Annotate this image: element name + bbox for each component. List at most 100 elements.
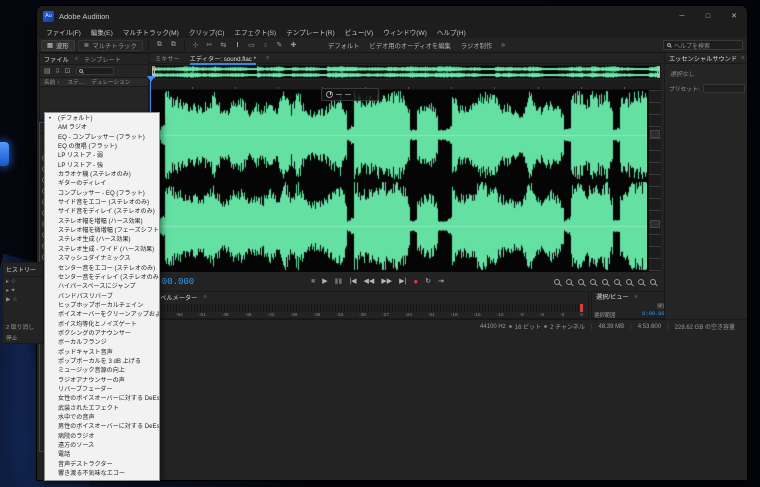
menu-item[interactable]: クリップ(C) (184, 27, 230, 37)
menu-item[interactable]: 編集(E) (86, 27, 118, 37)
time-selection-tool-icon[interactable]: I (232, 42, 243, 49)
preset-option[interactable]: 女性のボイスオーバーに対する DeEsser と抑制 (45, 394, 159, 403)
preset-option[interactable]: サイド音をディレイ (ステレオのみ) (45, 207, 159, 216)
preset-option[interactable]: LP リストア - 強 (45, 161, 159, 170)
menu-item[interactable]: マルチトラック(M) (118, 27, 184, 37)
preset-option[interactable]: ステレオ生成 (ハース効果) (45, 235, 159, 244)
overview-waveform[interactable] (152, 66, 660, 78)
preset-option[interactable]: ボーカルフランジ (45, 338, 159, 347)
time-display[interactable]: 0:00.000 (151, 277, 221, 287)
zoom-in-inpoint-icon[interactable] (602, 278, 608, 285)
spot-healing-brush-icon[interactable]: ✚ (288, 41, 299, 49)
skip-to-end-button[interactable]: ▶| (399, 278, 406, 285)
zoom-to-selection-icon[interactable] (626, 278, 632, 285)
skip-to-start-button[interactable]: |◀ (349, 278, 356, 285)
column-name[interactable]: 名前 ↑ (44, 78, 60, 86)
multitrack-view-button[interactable]: ≣ マルチトラック (77, 39, 143, 51)
open-folder-icon[interactable]: ▤ (44, 67, 51, 75)
amplitude-ruler[interactable] (648, 90, 661, 272)
preset-option[interactable]: ヒップホップボーカルチェイン (45, 301, 159, 310)
preset-option[interactable]: カラオケ機 (ステレオのみ) (45, 170, 159, 179)
workspace-item[interactable]: デフォルト (328, 41, 359, 50)
menu-item[interactable]: テンプレート(R) (281, 27, 340, 37)
lasso-selection-tool-icon[interactable]: ○ (260, 42, 271, 49)
preset-option[interactable]: 武装されたエフェクト (45, 404, 159, 413)
files-search-input[interactable] (76, 67, 115, 75)
slip-tool-icon[interactable]: ⇆ (218, 41, 229, 49)
column-duration[interactable]: デュレーション (91, 78, 130, 86)
preset-option[interactable]: ポッドキャスト音声 (45, 348, 159, 357)
loop-playback-button[interactable]: ↻ (425, 278, 431, 285)
workspace-item[interactable]: ラジオ制作 (461, 41, 492, 50)
preset-option[interactable]: ステレオ生成 - ワイド (ハース効果) (45, 245, 159, 254)
tab-mixer[interactable]: ミキサー (155, 54, 180, 63)
preset-option[interactable]: リバーブフェーダー (45, 385, 159, 394)
preset-option[interactable]: 病院のラジオ (45, 432, 159, 441)
zoom-out-time-icon[interactable] (590, 278, 596, 285)
waveform-view-button[interactable]: ▦ 波形 (41, 39, 75, 51)
minimize-button[interactable]: ─ (669, 6, 695, 26)
preset-option[interactable]: 音声デストラクター (45, 460, 159, 469)
marquee-selection-tool-icon[interactable]: ▭ (246, 41, 257, 49)
tab-selection-view[interactable]: 選択/ビュー (596, 292, 629, 301)
preset-option[interactable]: ギターのディレイ (45, 179, 159, 188)
panel-menu-icon[interactable]: ≡ (741, 55, 744, 61)
preset-option[interactable]: サイド音をエコー (ステレオのみ) (45, 198, 159, 207)
preset-option[interactable]: ラジオアナウンサーの声 (45, 376, 159, 385)
rewind-button[interactable]: ◀◀ (364, 278, 375, 285)
clip-indicator[interactable] (580, 304, 583, 312)
essential-preset-dropdown[interactable] (702, 84, 745, 93)
preset-option[interactable]: ポップボーカルを 3 dB 上げる (45, 357, 159, 366)
skip-selection-button[interactable]: ⇥ (438, 278, 444, 285)
preset-option[interactable]: スマッシュダイナミックス (45, 254, 159, 263)
preset-option[interactable]: 響き渡る不気味なエコー (45, 469, 159, 478)
panel-menu-icon[interactable]: ≡ (635, 294, 638, 300)
panel-menu-icon[interactable]: ≡ (266, 55, 269, 61)
tab-essential-sound[interactable]: エッセンシャルサウンド (669, 54, 737, 63)
overview-strip[interactable] (151, 65, 661, 79)
menu-item[interactable]: ヘルプ(H) (432, 27, 471, 37)
preset-option[interactable]: ボクシングのアナウンサー (45, 329, 159, 338)
move-tool-icon[interactable]: ⊹ (190, 41, 201, 49)
preset-option[interactable]: EQ の復唱 (フラット) (45, 142, 159, 151)
zoom-in-amplitude-icon[interactable] (554, 278, 560, 285)
preset-option[interactable]: ボイスオーバーをクリーンアップおよび均等化 (45, 310, 159, 319)
time-ruler[interactable]: 0:01.00:02.00:03.00:04.00:05.00:06.00:07… (151, 80, 661, 90)
tab-history[interactable]: ヒストリー (3, 263, 43, 277)
workspace-item[interactable]: ビデオ用のオーディオを編集 (369, 41, 450, 50)
panel-menu-icon[interactable]: ≡ (75, 56, 78, 62)
media-browser-icon[interactable]: ⊡ (65, 67, 71, 75)
zoom-out-amplitude-icon[interactable] (566, 278, 572, 285)
monitor-icon-b[interactable]: ⧉ (168, 41, 179, 49)
preset-option[interactable]: AM ラジオ (45, 123, 159, 132)
menu-item[interactable]: ファイル(F) (41, 27, 86, 37)
tab-level-meters[interactable]: レベルメーター (154, 293, 197, 302)
fast-forward-button[interactable]: ▶▶ (381, 278, 392, 285)
panel-menu-icon[interactable]: ≡ (203, 294, 206, 300)
selection-start[interactable]: 0:00.000 (628, 311, 668, 319)
menu-item[interactable]: ウィンドウ(W) (378, 27, 432, 37)
history-undo-count[interactable]: 2 取り消し (6, 322, 34, 331)
zoom-in-outpoint-icon[interactable] (614, 278, 620, 285)
preset-option[interactable]: ステレオ幅を増幅 (ハース効果) (45, 217, 159, 226)
close-button[interactable]: ✕ (721, 6, 747, 26)
preset-option[interactable]: ハイパースペースにジャンプ (45, 282, 159, 291)
channel-right-badge[interactable] (650, 220, 660, 228)
preset-option[interactable]: ミュージック音源の向上 (45, 366, 159, 375)
tab-templates[interactable]: テンプレート (84, 55, 121, 64)
zoom-reset-icon[interactable] (650, 278, 656, 285)
monitor-icon-a[interactable]: ⧉ (154, 41, 165, 49)
menu-item[interactable]: エフェクト(S) (229, 27, 281, 37)
stop-button[interactable]: ■ (311, 278, 315, 285)
titlebar[interactable]: Au Adobe Audition ─ □ ✕ (37, 6, 747, 26)
preset-option[interactable]: バンドパスリバーブ (45, 292, 159, 301)
column-status[interactable]: ステ... (68, 78, 84, 86)
history-item[interactable]: ▶ ☆ (3, 295, 43, 304)
preset-option[interactable]: コンプレッサー - EQ (フラット) (45, 189, 159, 198)
help-search-input[interactable]: ヘルプを検索 (663, 40, 743, 50)
volume-hud[interactable] (321, 88, 379, 101)
preset-option[interactable]: ボイス均等化とノイズゲート (45, 320, 159, 329)
channel-left-badge[interactable] (650, 130, 660, 138)
import-file-icon[interactable]: ⇩ (55, 67, 61, 75)
zoom-in-time-icon[interactable] (578, 278, 584, 285)
